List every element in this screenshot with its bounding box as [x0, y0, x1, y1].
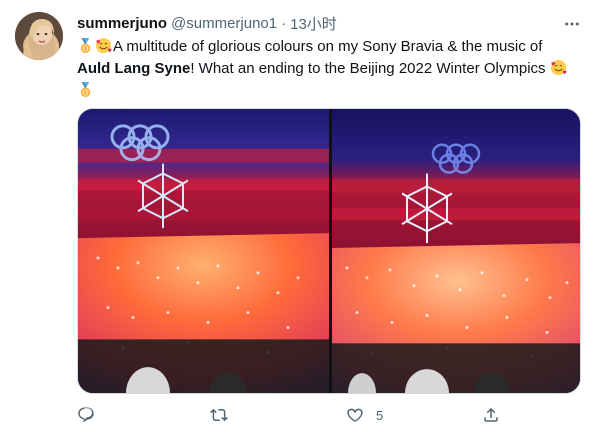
retweet-button[interactable] [210, 403, 240, 427]
media-photo-1[interactable] [78, 109, 329, 393]
media-photo-2[interactable] [332, 109, 580, 393]
svg-text:1: 1 [84, 46, 87, 52]
author-handle[interactable]: @summerjuno1 [171, 15, 277, 32]
heart-icon [347, 408, 363, 422]
like-button[interactable]: 5 [346, 403, 383, 427]
separator-dot: · [281, 14, 287, 32]
like-count: 5 [376, 407, 384, 423]
smiling-face-with-hearts-icon [95, 37, 112, 54]
reply-button[interactable] [77, 403, 107, 427]
tweet-text-bold: Auld Lang Syne [77, 60, 191, 77]
more-options-icon[interactable] [555, 12, 589, 36]
tweet-text-part2: ! What an ending to the Beijing 2022 Win… [190, 60, 550, 77]
timestamp[interactable]: 13小时 [290, 13, 337, 34]
tweet-text: 1 A multitude of glorious colours on my … [77, 36, 577, 102]
tweet-actions: 5 [77, 403, 517, 427]
tweet-text-part1: A multitude of glorious colours on my So… [113, 38, 543, 55]
share-button[interactable] [482, 403, 512, 427]
avatar[interactable] [15, 12, 63, 60]
share-icon [484, 407, 498, 422]
tweet-media[interactable] [77, 108, 581, 394]
svg-text:1: 1 [84, 90, 87, 96]
smiling-face-with-hearts-icon [550, 59, 567, 76]
tweet-header: summerjuno @summerjuno1 · 13小时 [77, 13, 337, 33]
retweet-icon [210, 408, 228, 422]
reply-icon [78, 407, 94, 423]
medal-icon: 1 [80, 81, 91, 98]
tweet-card[interactable]: summerjuno @summerjuno1 · 13小时 1 A multi… [0, 0, 599, 436]
author-name[interactable]: summerjuno [77, 15, 167, 32]
medal-icon: 1 [80, 37, 91, 54]
